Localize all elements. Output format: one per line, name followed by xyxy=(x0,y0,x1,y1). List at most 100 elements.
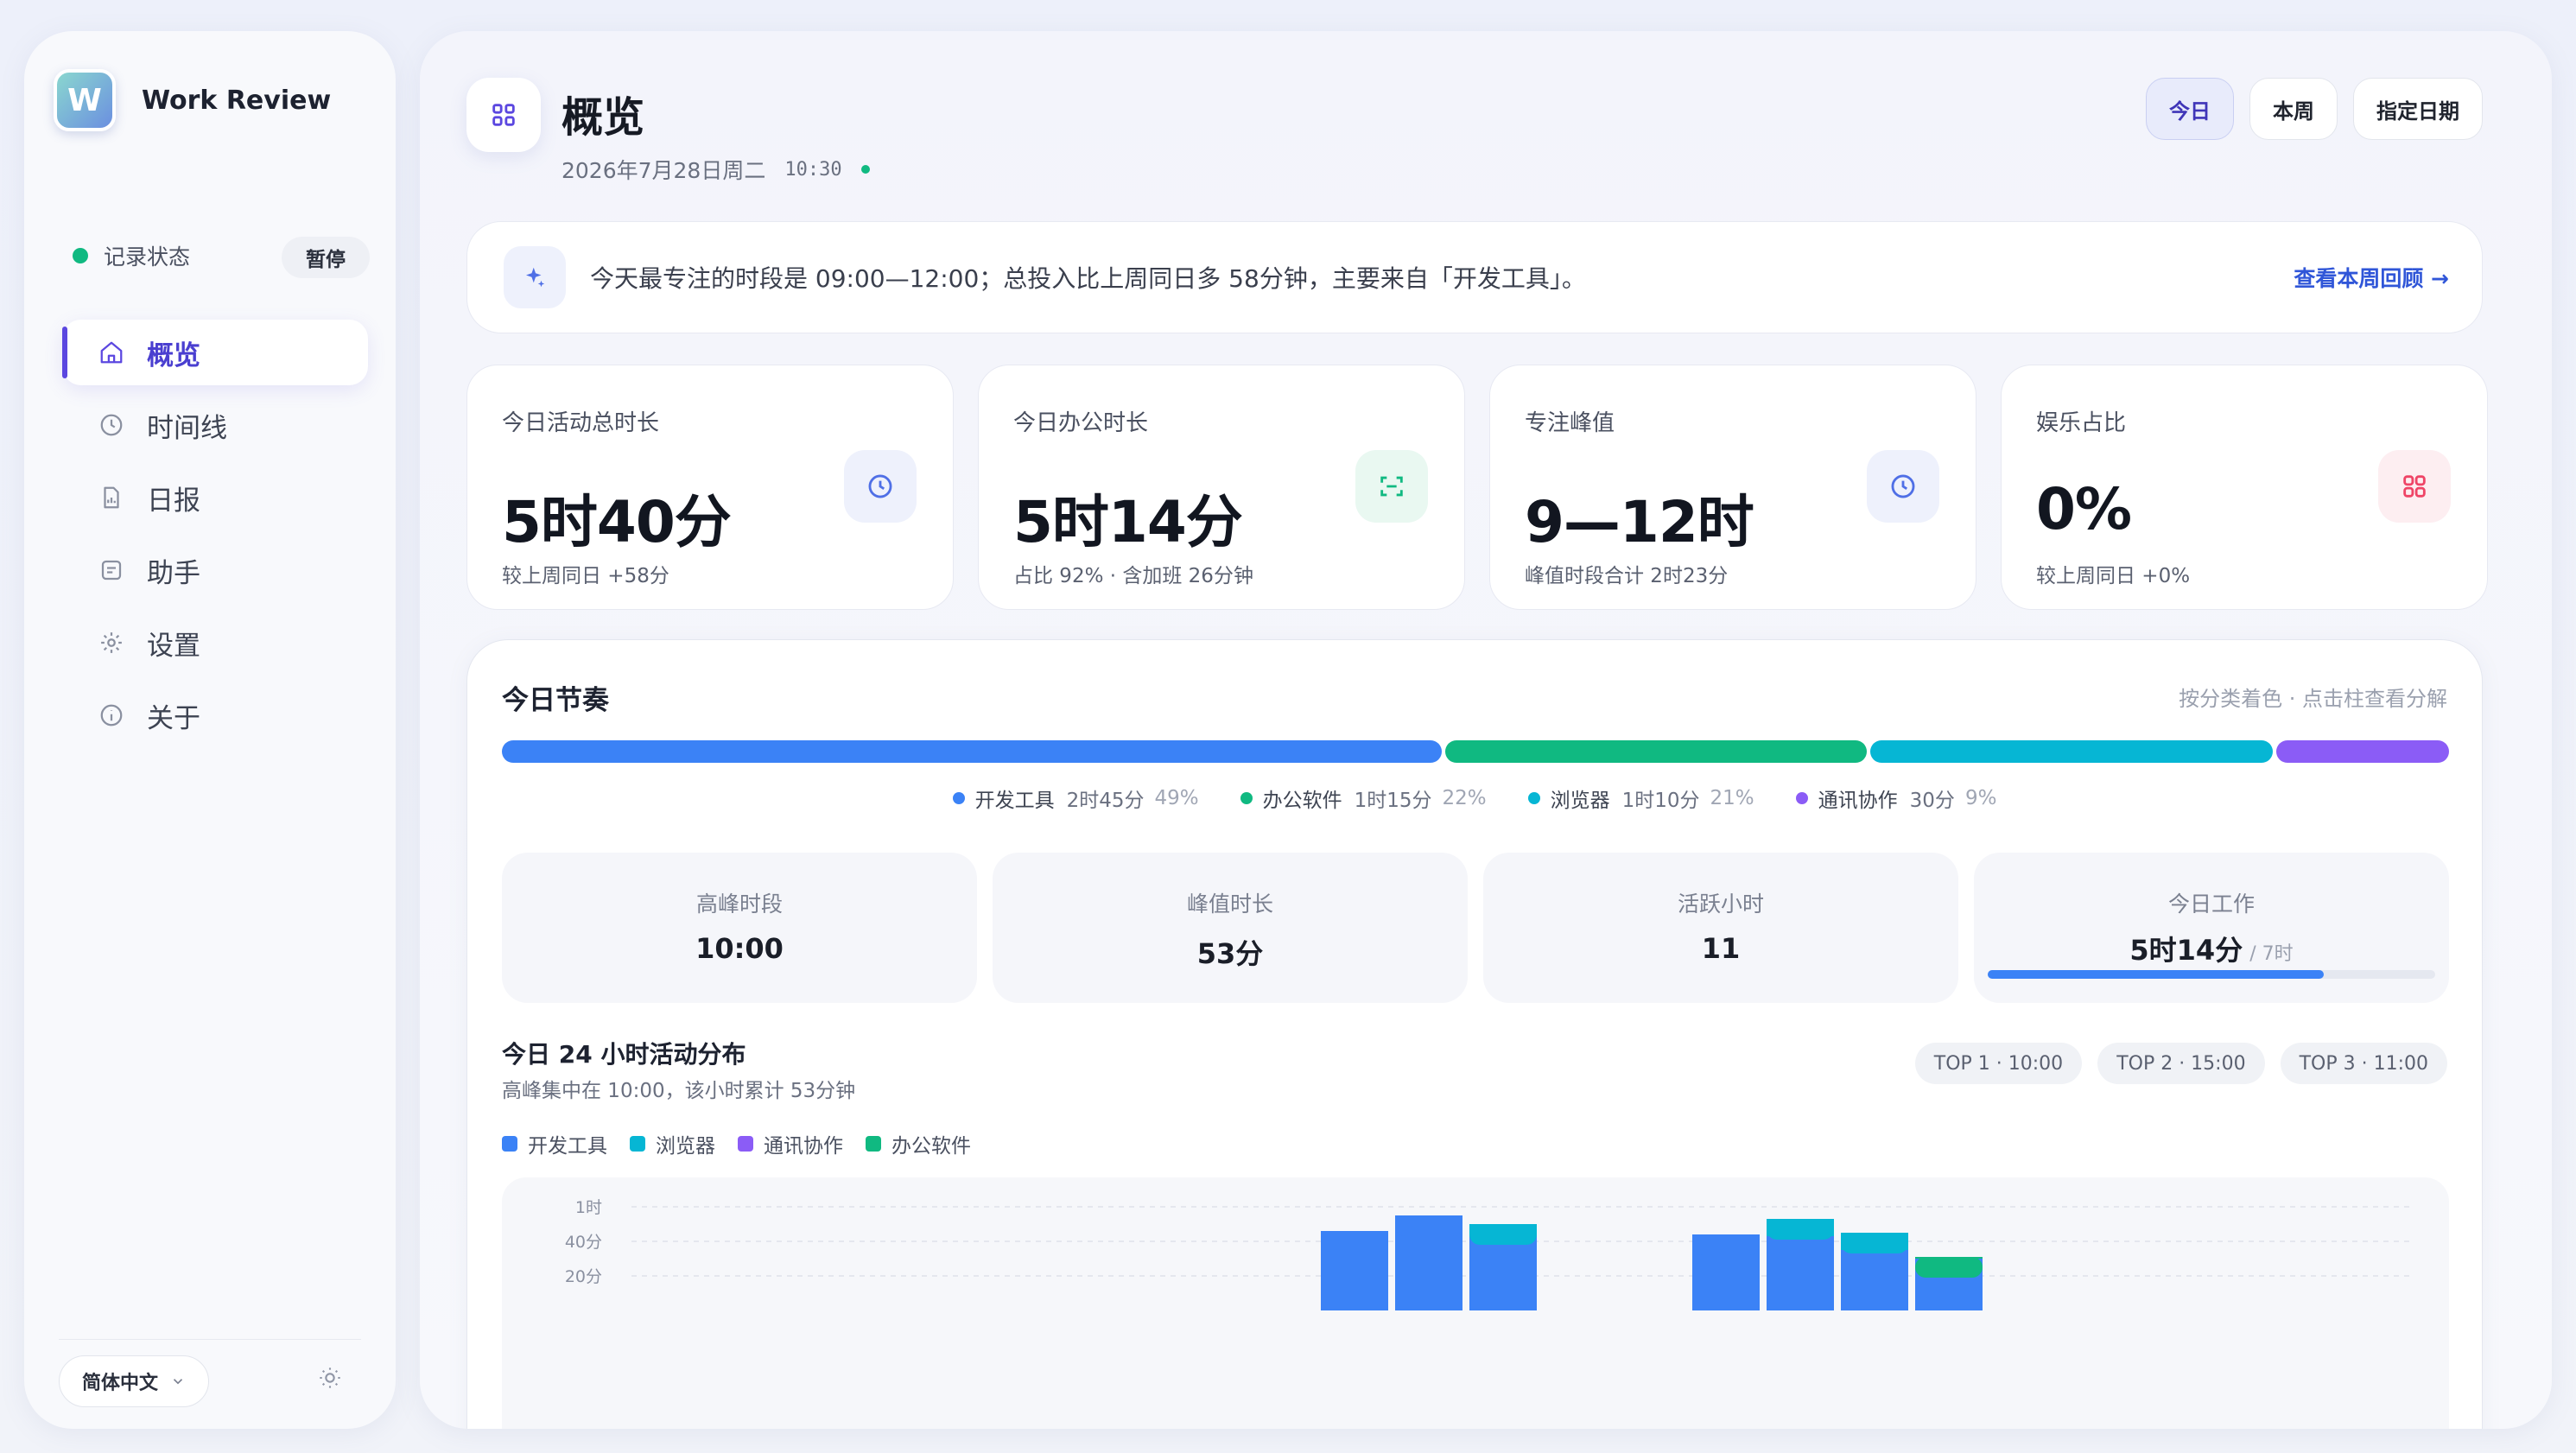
metric-value: 53分 xyxy=(1196,937,1264,970)
stat-label: 今日办公时长 xyxy=(1013,410,1149,436)
record-status-label: 记录状态 xyxy=(104,244,191,270)
legend-item: 通讯协作 30分 9% xyxy=(1795,784,1997,813)
legend-dot xyxy=(1527,792,1540,804)
metric-active-hours: 活跃小时 11 xyxy=(1483,853,1958,1003)
assistant-icon xyxy=(98,557,124,583)
pause-button[interactable]: 暂停 xyxy=(282,237,370,278)
sidebar-item-daily-report[interactable]: 日报 xyxy=(62,465,368,530)
rhythm-title: 今日节奏 xyxy=(502,685,609,716)
distribution-legend: 开发工具 浏览器 通讯协作 办公软件 xyxy=(502,1129,971,1158)
stat-card-entertainment-share: 娱乐占比 0% 较上周同日 +0% xyxy=(2001,365,2488,610)
category-segment-0[interactable] xyxy=(502,740,1442,763)
legend-percent: 22% xyxy=(1442,787,1487,809)
y-tick-label: 40分 xyxy=(565,1233,602,1252)
legend-item: 浏览器 1时10分 21% xyxy=(1527,784,1754,813)
y-tick-label: 20分 xyxy=(565,1267,602,1286)
sidebar-item-assistant[interactable]: 助手 xyxy=(62,537,368,603)
legend-percent: 9% xyxy=(1964,787,1997,809)
category-segment-3[interactable] xyxy=(2276,740,2449,763)
bar-segment-h11-s0[interactable] xyxy=(1469,1234,1537,1310)
bar-segment-h16-s0[interactable] xyxy=(1841,1250,1908,1310)
rhythm-hint: 按分类着色 · 点击柱查看分解 xyxy=(2179,687,2447,711)
category-legend: 开发工具 2时45分 49% 办公软件 1时15分 22% 浏览器 1时10分 … xyxy=(467,784,2482,813)
top-hour-pill[interactable]: TOP 2 · 15:00 xyxy=(2097,1043,2265,1084)
legend-duration: 30分 xyxy=(1909,790,1955,812)
clock-icon xyxy=(844,450,917,523)
legend-name: 浏览器 xyxy=(656,1135,715,1158)
distribution-title: 今日 24 小时活动分布 xyxy=(502,1040,746,1069)
legend-dot xyxy=(952,792,965,804)
category-segment-1[interactable] xyxy=(1444,740,1868,763)
clock-icon xyxy=(98,412,124,438)
category-share-bar xyxy=(502,740,2449,763)
page-title: 概览 xyxy=(562,93,645,142)
legend-name: 办公软件 xyxy=(891,1135,971,1158)
work-progress-fill xyxy=(1988,970,2324,979)
page-date: 2026年7月28日周二 xyxy=(562,158,766,183)
bar-segment-h15-s0[interactable] xyxy=(1767,1236,1834,1310)
category-segment-2[interactable] xyxy=(1870,740,2274,763)
y-tick-label: 1时 xyxy=(575,1198,602,1217)
sidebar-item-settings[interactable]: 设置 xyxy=(62,610,368,676)
legend-swatch xyxy=(866,1136,881,1152)
sidebar-item-overview[interactable]: 概览 xyxy=(62,320,368,385)
stat-card-office-time: 今日办公时长 5时14分 占比 92% · 含加班 26分钟 xyxy=(978,365,1465,610)
range-custom-date-button[interactable]: 指定日期 xyxy=(2353,78,2483,140)
stat-cards: 今日活动总时长 5时40分 较上周同日 +58分 今日办公时长 5时14分 占比… xyxy=(466,365,2488,610)
bar-cap-h16 xyxy=(1841,1233,1908,1253)
insight-banner: 今天最专注的时段是 09:00—12:00；总投入比上周同日多 58分钟，主要来… xyxy=(466,221,2483,333)
language-select[interactable]: 简体中文 xyxy=(59,1355,210,1407)
legend-swatch xyxy=(630,1136,645,1152)
legend-duration: 1时15分 xyxy=(1354,790,1432,812)
scan-icon xyxy=(1355,450,1428,523)
legend-dot xyxy=(1795,792,1808,804)
metric-today-work: 今日工作 5时14分 / 7时 xyxy=(1974,853,2449,1003)
sidebar-item-timeline[interactable]: 时间线 xyxy=(62,392,368,458)
top-hour-pill[interactable]: TOP 1 · 10:00 xyxy=(1914,1043,2083,1084)
stat-sub: 峰值时段合计 2时23分 xyxy=(1525,565,1729,587)
range-week-button[interactable]: 本周 xyxy=(2249,78,2338,140)
brand: W Work Review xyxy=(54,69,331,131)
stat-label: 娱乐占比 xyxy=(2036,410,2127,436)
record-status: 记录状态 暂停 xyxy=(73,237,370,278)
grid-icon xyxy=(2378,450,2451,523)
insight-text: 今天最专注的时段是 09:00—12:00；总投入比上周同日多 58分钟，主要来… xyxy=(590,264,1586,293)
document-icon xyxy=(98,485,124,511)
info-icon xyxy=(98,702,124,728)
stat-sub: 较上周同日 +0% xyxy=(2036,565,2191,587)
stat-sub: 较上周同日 +58分 xyxy=(502,565,669,587)
top-hour-pill[interactable]: TOP 3 · 11:00 xyxy=(2280,1043,2447,1084)
metric-label: 高峰时段 xyxy=(695,891,783,917)
legend-percent: 49% xyxy=(1154,787,1199,809)
bar-cap-h15 xyxy=(1767,1219,1834,1240)
distribution-subtitle: 高峰集中在 10:00，该小时累计 53分钟 xyxy=(502,1080,856,1102)
sun-icon[interactable] xyxy=(318,1366,349,1397)
legend-dot xyxy=(1240,792,1253,804)
overview-grid-icon xyxy=(466,78,541,152)
legend-name: 浏览器 xyxy=(1550,790,1610,812)
legend-item: 办公软件 1时15分 22% xyxy=(1240,784,1487,813)
bar-cap-h14 xyxy=(1692,1234,1760,1255)
sidebar-footer: 简体中文 xyxy=(59,1339,361,1407)
work-progress-bar xyxy=(1988,970,2435,979)
legend-item: 浏览器 xyxy=(630,1129,715,1158)
metric-target: / 7时 xyxy=(2249,943,2294,965)
legend-item: 办公软件 xyxy=(866,1129,971,1158)
view-weekly-review-link[interactable]: 查看本周回顾 → xyxy=(2294,262,2449,293)
hourly-activity-chart: 1时 40分 20分 xyxy=(565,1198,2414,1310)
stat-value: 9—12时 xyxy=(1525,489,1754,555)
sidebar-nav: 概览 时间线 日报 助手 设置 关于 xyxy=(62,320,368,755)
legend-name: 办公软件 xyxy=(1262,790,1342,812)
live-indicator xyxy=(860,165,870,174)
bar-cap-h10 xyxy=(1395,1215,1462,1236)
legend-name: 开发工具 xyxy=(974,790,1055,812)
legend-name: 通讯协作 xyxy=(1818,790,1898,812)
sidebar-item-label: 日报 xyxy=(147,485,200,517)
gear-icon xyxy=(98,630,124,656)
sidebar-item-about[interactable]: 关于 xyxy=(62,682,368,748)
metric-label: 活跃小时 xyxy=(1677,891,1764,917)
stat-value: 0% xyxy=(2036,476,2132,542)
range-today-button[interactable]: 今日 xyxy=(2146,78,2234,140)
legend-name: 通讯协作 xyxy=(764,1135,843,1158)
rhythm-panel: 今日节奏 按分类着色 · 点击柱查看分解 开发工具 2时45分 49% 办公软件… xyxy=(466,639,2483,1429)
